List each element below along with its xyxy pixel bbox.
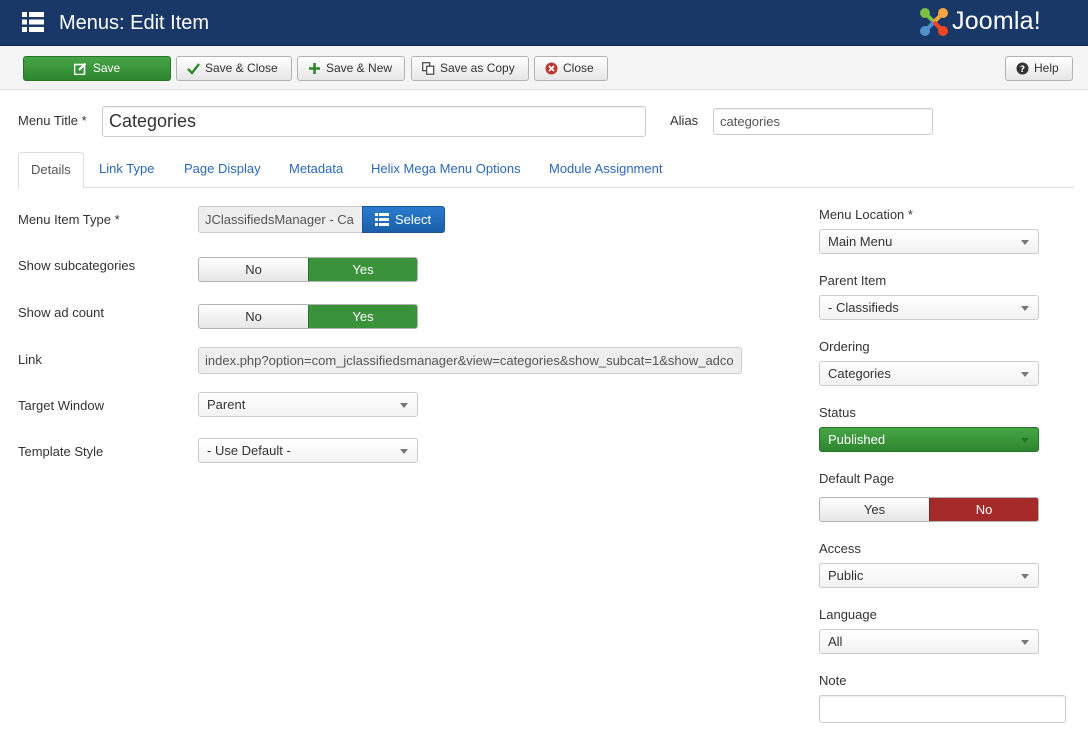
- parent-item-select[interactable]: - Classifieds: [819, 295, 1039, 320]
- alias-label: Alias: [670, 113, 699, 128]
- parent-item-label: Parent Item: [819, 273, 887, 288]
- save-as-copy-button[interactable]: Save as Copy: [411, 56, 529, 81]
- template-style-select[interactable]: - Use Default -: [198, 438, 418, 463]
- status-label: Status: [819, 405, 856, 420]
- show-subcategories-no[interactable]: No: [199, 258, 308, 281]
- chevron-down-icon: [1021, 371, 1029, 377]
- default-page-yes[interactable]: Yes: [820, 498, 929, 521]
- template-style-label: Template Style: [18, 444, 104, 459]
- menu-item-type-field: JClassifiedsManager - Ca: [198, 206, 363, 233]
- menu-list-icon: [22, 12, 44, 32]
- menu-title-input[interactable]: Categories: [102, 106, 646, 137]
- language-select[interactable]: All: [819, 629, 1039, 654]
- save-button[interactable]: Save: [23, 56, 171, 81]
- copy-icon: [422, 62, 435, 75]
- joomla-wordmark: Joomla!: [952, 7, 1041, 35]
- menu-title-label: Menu Title *: [18, 113, 87, 128]
- target-window-label: Target Window: [18, 398, 104, 413]
- edit-icon: [73, 62, 87, 75]
- question-circle-icon: ?: [1016, 62, 1029, 75]
- show-subcategories-yes[interactable]: Yes: [308, 258, 417, 281]
- show-ad-count-label: Show ad count: [18, 305, 105, 320]
- link-label: Link: [18, 352, 42, 367]
- tab-helix-mega-menu-options[interactable]: Helix Mega Menu Options: [359, 152, 533, 188]
- default-page-no[interactable]: No: [929, 498, 1038, 521]
- chevron-down-icon: [400, 448, 408, 454]
- tab-page-display[interactable]: Page Display: [172, 152, 273, 188]
- access-select[interactable]: Public: [819, 563, 1039, 588]
- ordering-select[interactable]: Categories: [819, 361, 1039, 386]
- save-new-button[interactable]: Save & New: [297, 56, 405, 81]
- joomla-brand: Joomla!: [918, 6, 1068, 38]
- admin-header: Menus: Edit Item Joomla!: [0, 0, 1088, 46]
- tab-module-assignment[interactable]: Module Assignment: [537, 152, 674, 188]
- ordering-label: Ordering: [819, 339, 870, 354]
- show-subcategories-toggle: No Yes: [198, 257, 418, 282]
- access-label: Access: [819, 541, 861, 556]
- note-input[interactable]: [819, 695, 1066, 723]
- page-title: Menus: Edit Item: [59, 12, 210, 34]
- note-label: Note: [819, 673, 847, 688]
- tab-details[interactable]: Details: [18, 152, 84, 189]
- menu-location-label: Menu Location *: [819, 207, 913, 222]
- select-menu-item-type-button[interactable]: Select: [362, 206, 445, 233]
- joomla-logo-icon: [920, 8, 948, 36]
- chevron-down-icon: [1021, 239, 1029, 245]
- default-page-label: Default Page: [819, 471, 895, 486]
- tab-metadata[interactable]: Metadata: [277, 152, 355, 188]
- target-window-select[interactable]: Parent: [198, 392, 418, 417]
- chevron-down-icon: [1021, 639, 1029, 645]
- alias-input[interactable]: categories: [713, 108, 933, 135]
- edit-tabs: Details Link Type Page Display Metadata …: [18, 152, 1074, 189]
- show-ad-count-yes[interactable]: Yes: [308, 305, 417, 328]
- link-field: index.php?option=com_jclassifiedsmanager…: [198, 347, 742, 374]
- svg-text:?: ?: [1020, 65, 1025, 75]
- chevron-down-icon: [1021, 305, 1029, 311]
- chevron-down-icon: [1021, 573, 1029, 579]
- show-subcategories-label: Show subcategories: [18, 258, 136, 273]
- chevron-down-icon: [400, 402, 408, 408]
- help-button[interactable]: ? Help: [1005, 56, 1073, 81]
- default-page-toggle: Yes No: [819, 497, 1039, 522]
- save-close-button[interactable]: Save & Close: [176, 56, 292, 81]
- tab-link-type[interactable]: Link Type: [87, 152, 166, 188]
- toolbar: Save Save & Close Save & New Save as Cop…: [0, 46, 1088, 90]
- check-icon: [187, 63, 200, 75]
- plus-icon: [309, 63, 320, 74]
- cancel-circle-icon: [545, 62, 558, 75]
- list-icon: [375, 213, 389, 226]
- menu-location-select[interactable]: Main Menu: [819, 229, 1039, 254]
- status-select[interactable]: Published: [819, 427, 1039, 452]
- show-ad-count-toggle: No Yes: [198, 304, 418, 329]
- language-label: Language: [819, 607, 877, 622]
- show-ad-count-no[interactable]: No: [199, 305, 308, 328]
- close-button[interactable]: Close: [534, 56, 608, 81]
- menu-item-type-label: Menu Item Type *: [18, 212, 120, 227]
- chevron-down-icon: [1021, 437, 1029, 443]
